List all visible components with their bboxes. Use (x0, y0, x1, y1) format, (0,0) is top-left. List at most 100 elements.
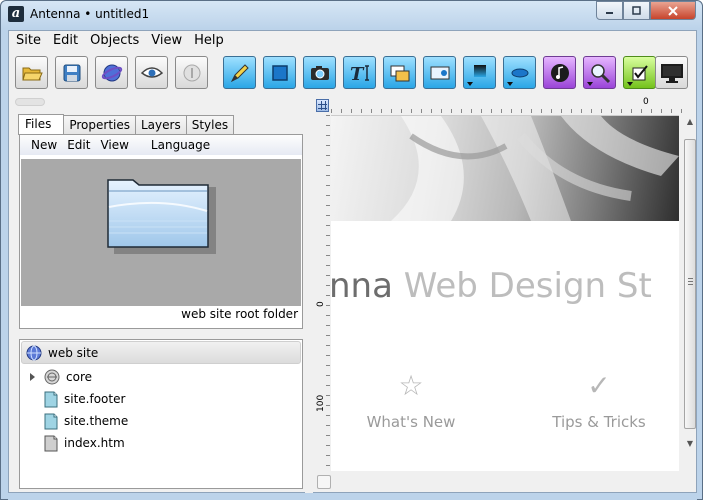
media-tool-button[interactable] (423, 56, 456, 89)
feature-label: What's New (366, 413, 456, 431)
menu-view[interactable]: View (145, 31, 188, 51)
expand-arrow-icon[interactable] (30, 373, 35, 381)
files-menu-new[interactable]: New (26, 138, 62, 152)
app-logo-icon: a (8, 6, 24, 22)
files-menu-language[interactable]: Language (146, 138, 215, 152)
grid-toggle-button[interactable] (316, 99, 329, 112)
tab-files[interactable]: Files (18, 114, 65, 135)
ruler-label: 100 (316, 394, 326, 412)
panel-tabs: Files Properties Layers Styles (18, 114, 235, 135)
menu-objects[interactable]: Objects (84, 31, 145, 51)
view-options-box[interactable] (317, 475, 331, 489)
maximize-button[interactable] (623, 1, 650, 20)
vertical-ruler[interactable]: 0 100 (316, 115, 330, 475)
page-icon-grey (44, 435, 58, 451)
ruler-label: 0 (643, 97, 649, 107)
page-icon-teal (44, 391, 58, 407)
menu-bar: Site Edit Objects View Help (9, 31, 696, 51)
tree-label: site.theme (64, 414, 129, 428)
ruler-label: 0 (316, 301, 326, 307)
screen-button[interactable] (655, 56, 688, 89)
preview-browser-button[interactable] (95, 56, 128, 89)
audio-tool-button[interactable] (543, 56, 576, 89)
scroll-down-icon[interactable]: ▼ (685, 439, 695, 449)
image-tool-button[interactable] (303, 56, 336, 89)
dropdown-arrow-icon (467, 82, 473, 86)
search-tool-button[interactable] (583, 56, 616, 89)
ellipse-icon (511, 68, 528, 77)
tree-item-index-htm[interactable]: index.htm (44, 433, 125, 453)
save-button[interactable] (55, 56, 88, 89)
tree-root-web-site[interactable]: web site (21, 341, 301, 364)
menu-edit[interactable]: Edit (47, 31, 84, 51)
panel-splitter[interactable] (305, 95, 313, 493)
eye-icon (140, 66, 163, 78)
files-menu-edit[interactable]: Edit (62, 138, 95, 152)
gallery-tool-button[interactable] (383, 56, 416, 89)
disc-icon (44, 369, 60, 385)
banner-image[interactable] (331, 116, 679, 221)
tree-label: core (66, 370, 92, 384)
menu-help[interactable]: Help (188, 31, 230, 51)
folder-icon (21, 67, 43, 80)
scroll-up-icon[interactable]: ▲ (685, 117, 695, 127)
title-bar[interactable]: a Antenna • untitled1 (1, 1, 702, 29)
shape-tool-button[interactable] (503, 56, 536, 89)
feature-whats-new[interactable]: ☆ What's New (351, 369, 471, 432)
music-icon (550, 63, 569, 82)
globe-icon (101, 64, 122, 81)
tab-styles[interactable]: Styles (185, 115, 235, 135)
grid-icon (318, 101, 327, 110)
tree-label: index.htm (64, 436, 125, 450)
checkbox-icon (632, 64, 648, 80)
monitor-icon (660, 63, 683, 83)
design-view: 0 0 100 nna Web Design St ☆ What's New ✓… (313, 95, 696, 493)
headline-light-text: Web Design St (392, 266, 652, 306)
tree-item-site-footer[interactable]: site.footer (44, 389, 125, 409)
gradient-tool-button[interactable] (463, 56, 496, 89)
pen-tool-button[interactable] (223, 56, 256, 89)
gallery-icon (390, 65, 409, 81)
files-menu-bar: New Edit View Language (20, 135, 302, 155)
tab-layers[interactable]: Layers (135, 115, 187, 135)
files-menu-view[interactable]: View (95, 138, 133, 152)
dropdown-arrow-icon (587, 82, 593, 86)
headline-dark-text: nna (331, 266, 393, 306)
pen-icon (230, 63, 249, 82)
dropdown-arrow-icon (627, 82, 633, 86)
panel-size-slider[interactable] (15, 98, 45, 106)
tree-item-core[interactable]: core (20, 367, 300, 387)
info-icon (183, 64, 200, 81)
info-button[interactable] (175, 56, 208, 89)
open-folder-button[interactable] (15, 56, 48, 89)
globe-icon (26, 345, 42, 361)
tree-label: web site (48, 346, 99, 360)
form-tool-button[interactable] (623, 56, 656, 89)
dropdown-arrow-icon (507, 82, 513, 86)
tree-item-site-theme[interactable]: site.theme (44, 411, 128, 431)
text-tool-button[interactable]: T (343, 56, 376, 89)
star-icon: ☆ (398, 369, 424, 402)
grip-icon (688, 278, 693, 285)
app-window: a Antenna • untitled1 Site Edit Objects … (0, 0, 703, 500)
page-canvas[interactable]: nna Web Design St ☆ What's New ✓ Tips & … (331, 115, 679, 471)
horizontal-ruler[interactable]: 0 (331, 97, 688, 113)
close-icon (668, 5, 678, 16)
banner-graphic (391, 116, 679, 221)
tree-label: site.footer (64, 392, 126, 406)
menu-site[interactable]: Site (10, 31, 47, 51)
scrollbar-thumb[interactable] (684, 139, 696, 429)
close-button[interactable] (650, 1, 696, 20)
maximize-icon (632, 6, 641, 15)
minimize-button[interactable] (596, 1, 623, 20)
status-bar (8, 494, 697, 500)
preview-eye-button[interactable] (135, 56, 168, 89)
folder-preview (21, 159, 301, 306)
tab-properties[interactable]: Properties (63, 115, 136, 135)
box-tool-button[interactable] (263, 56, 296, 89)
feature-tips-tricks[interactable]: ✓ Tips & Tricks (539, 371, 659, 432)
vertical-scrollbar[interactable]: ▲ ▼ (684, 115, 696, 451)
feature-label: Tips & Tricks (552, 413, 646, 431)
page-headline[interactable]: nna Web Design St (331, 266, 652, 306)
media-icon (430, 66, 449, 79)
